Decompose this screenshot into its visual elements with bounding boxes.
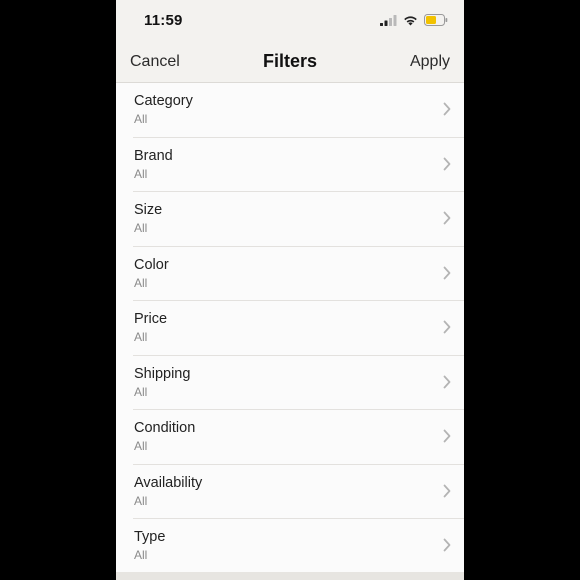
- filter-label: Brand: [134, 147, 173, 164]
- chevron-right-icon: [443, 157, 451, 170]
- filter-value: All: [134, 166, 148, 181]
- filter-row-color[interactable]: Color All: [116, 247, 464, 302]
- chevron-right-icon: [443, 211, 451, 225]
- filter-label: Availability: [134, 474, 203, 491]
- filter-row-availability[interactable]: Availability All: [116, 465, 464, 520]
- filter-row-shipping[interactable]: Shipping All: [116, 356, 464, 411]
- filter-label: Color: [134, 256, 169, 273]
- filter-value: All: [134, 493, 148, 508]
- filter-value: All: [134, 221, 148, 235]
- chevron-right-icon: [443, 375, 451, 388]
- filter-row-size[interactable]: Size All: [116, 192, 464, 247]
- status-time: 11:59: [144, 12, 183, 29]
- filter-row-condition[interactable]: Condition All: [116, 410, 464, 465]
- cellular-signal-icon: [380, 14, 397, 26]
- filter-row-brand[interactable]: Brand All: [116, 138, 464, 193]
- phone-screen: 11:59 Cancel Filters Apply Category All …: [116, 0, 464, 580]
- filter-label: Category: [134, 93, 193, 109]
- status-icons: [380, 13, 448, 27]
- chevron-right-icon: [443, 429, 451, 443]
- chevron-right-icon: [443, 102, 451, 116]
- chevron-right-icon: [443, 266, 451, 279]
- filter-label: Size: [134, 202, 163, 218]
- chevron-right-icon: [443, 320, 451, 334]
- filter-list: Category All Brand All Size All Color Al…: [116, 83, 464, 574]
- chevron-right-icon: [443, 538, 451, 552]
- battery-icon: [424, 14, 448, 26]
- wifi-icon: [404, 15, 417, 25]
- filter-value: All: [134, 439, 148, 453]
- filter-value: All: [134, 548, 148, 562]
- chevron-right-icon: [443, 484, 451, 497]
- list-footer-divider: [116, 572, 464, 580]
- filter-row-type[interactable]: Type All: [116, 519, 464, 574]
- battery-level: [426, 16, 436, 24]
- filter-value: All: [134, 275, 148, 290]
- filter-value: All: [134, 112, 148, 126]
- filter-row-price[interactable]: Price All: [116, 301, 464, 356]
- filter-label: Price: [134, 311, 168, 327]
- apply-button[interactable]: Apply: [410, 53, 450, 71]
- status-bar: 11:59: [116, 0, 464, 44]
- filter-label: Type: [134, 529, 166, 545]
- filter-row-category[interactable]: Category All: [116, 83, 464, 138]
- filter-label: Condition: [134, 420, 196, 436]
- filter-label: Shipping: [134, 365, 191, 382]
- filter-value: All: [134, 384, 148, 399]
- filter-value: All: [134, 330, 148, 344]
- navigation-bar: Cancel Filters Apply: [116, 44, 464, 83]
